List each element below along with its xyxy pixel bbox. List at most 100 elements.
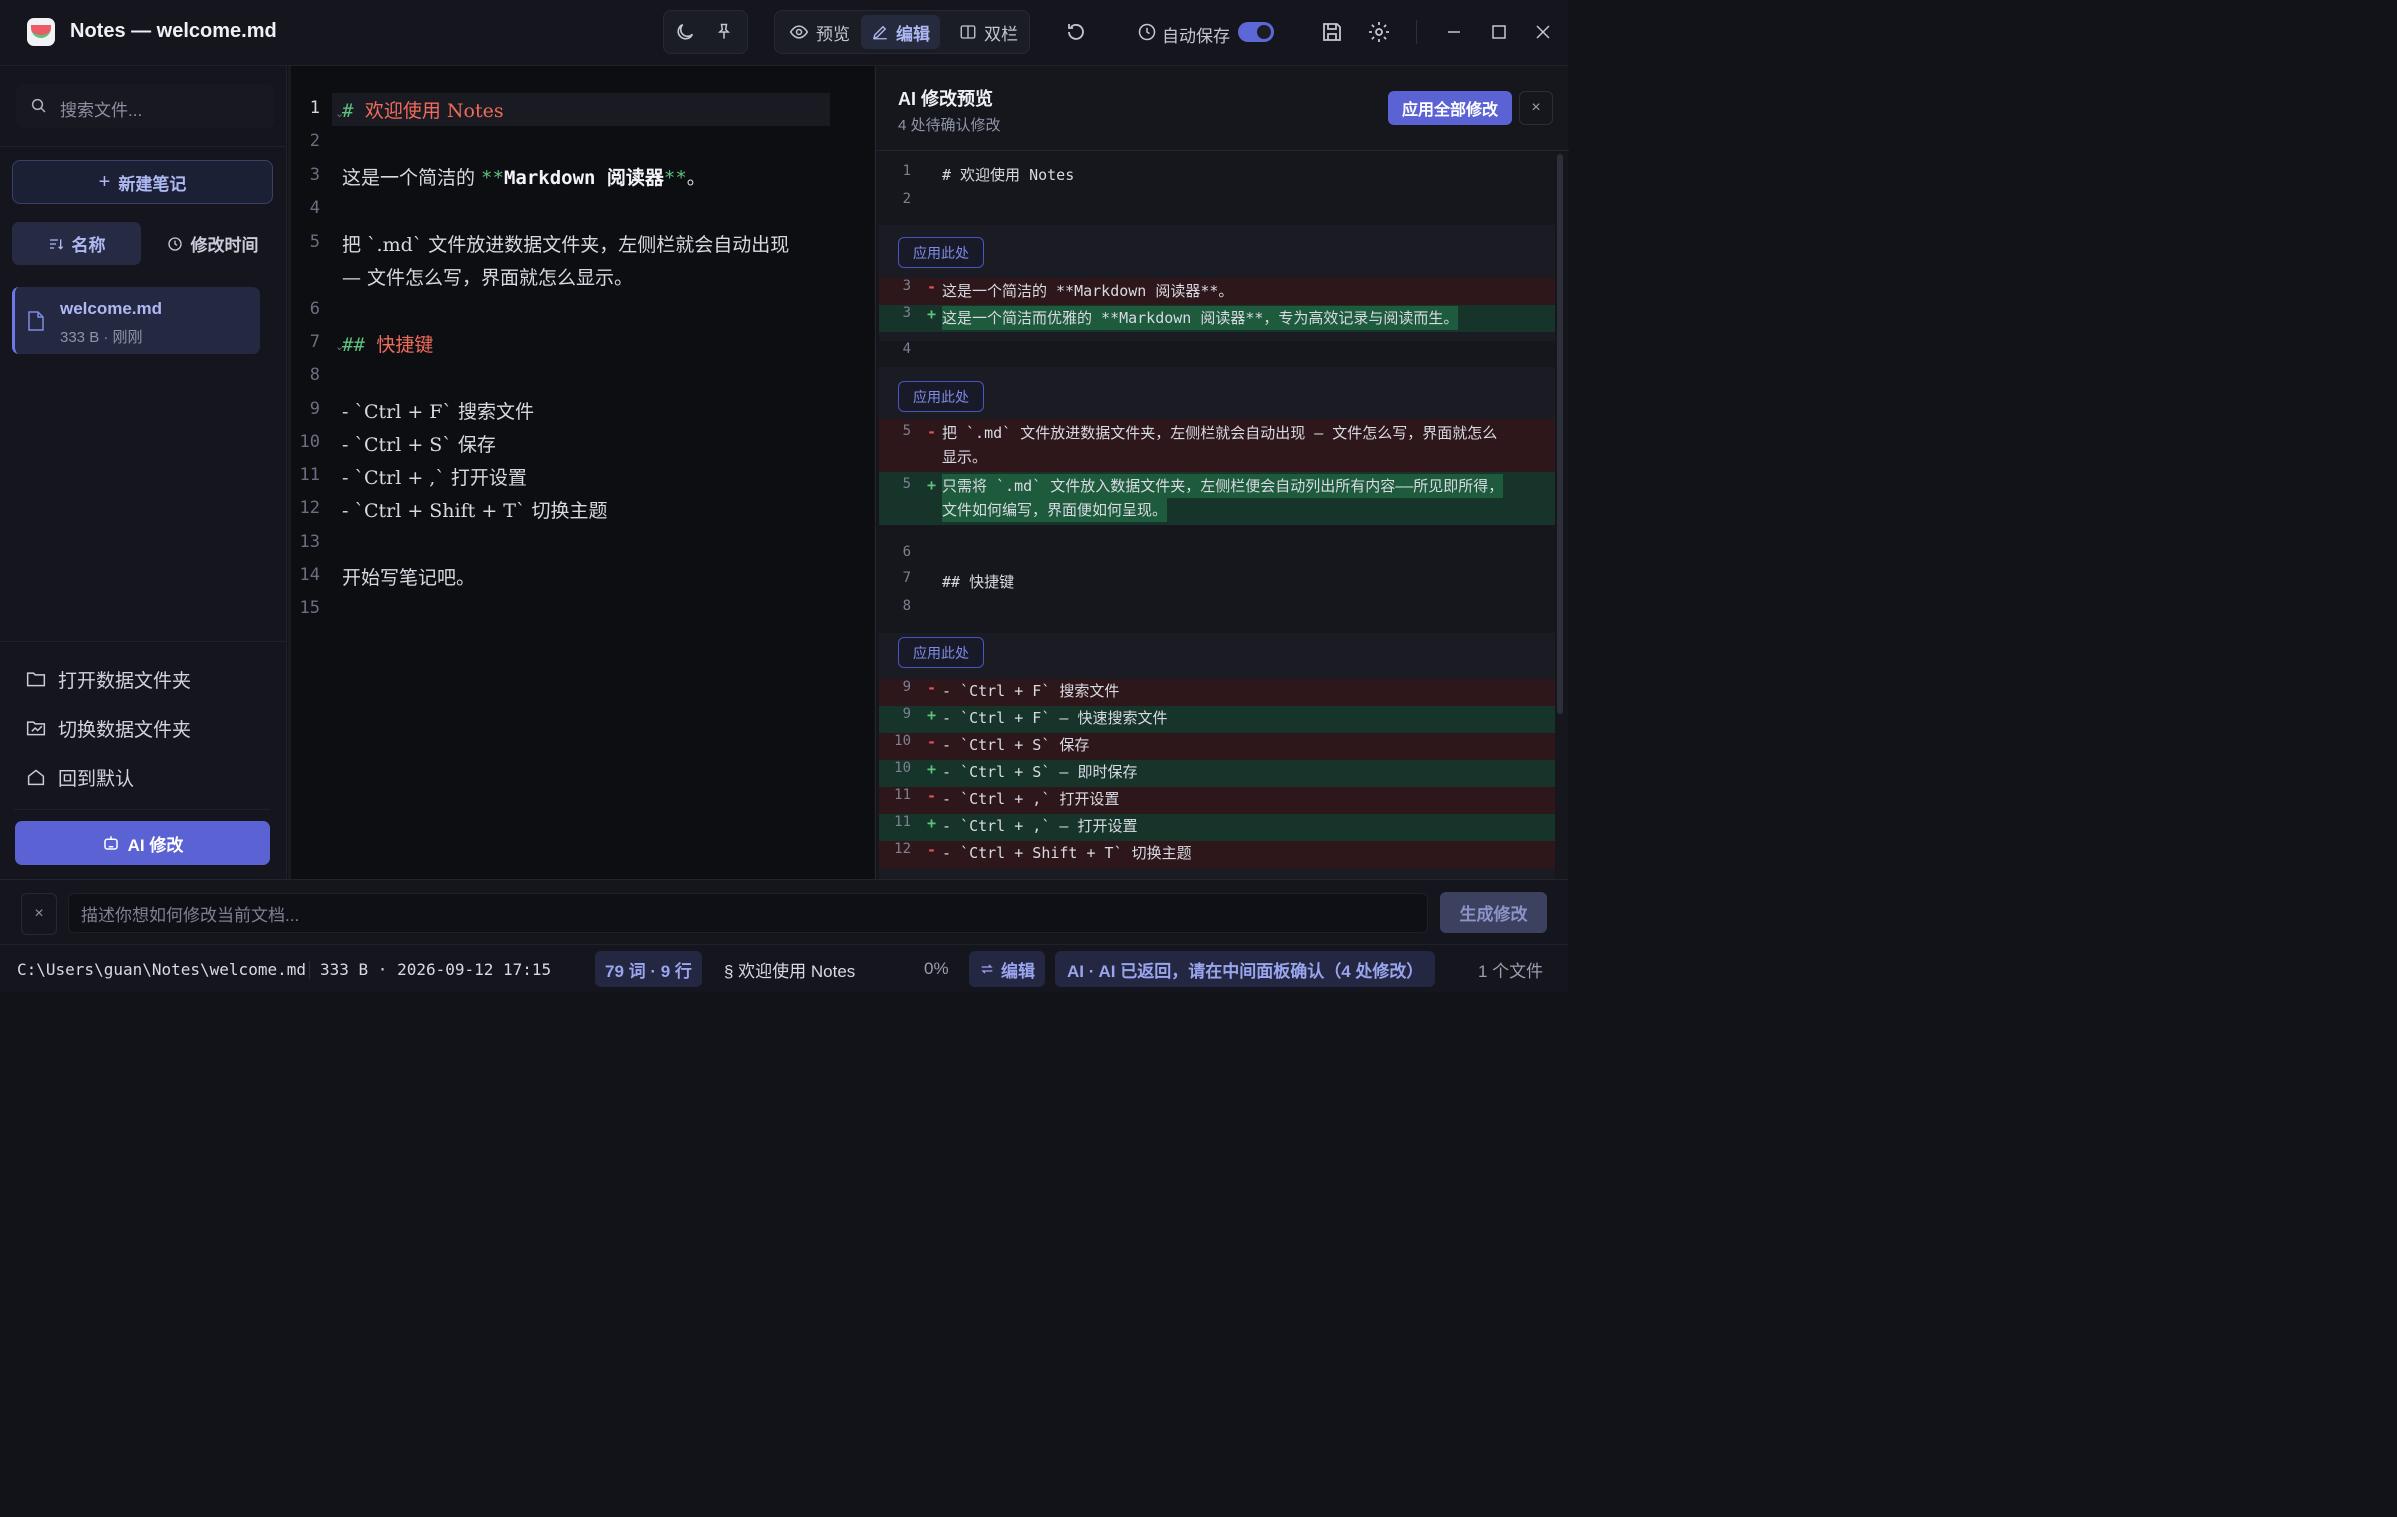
ai-prompt-bar: × 描述你想如何修改当前文档... 生成修改 <box>0 879 1568 944</box>
undo-button[interactable] <box>1064 20 1088 44</box>
window-title: Notes — welcome.md <box>70 20 277 42</box>
diff-added-row: 3 + 这是一个简洁而优雅的 **Markdown 阅读器**，专为高效记录与阅读而… <box>879 305 1555 332</box>
sort-by-time-button[interactable]: 修改时间 <box>150 222 275 265</box>
open-data-folder-label: 打开数据文件夹 <box>58 670 192 692</box>
editor-line-5: 把 `.md` 文件放进数据文件夹，左侧栏就会自动出现 <box>342 234 790 256</box>
line-number: 1 <box>309 98 320 118</box>
sort-by-name-button[interactable]: 名称 <box>12 222 141 265</box>
minimize-icon <box>1444 22 1464 42</box>
line-number: 11 <box>299 465 320 485</box>
close-window-button[interactable] <box>1533 22 1553 42</box>
file-name: welcome.md <box>60 299 163 318</box>
reset-default-label: 回到默认 <box>58 768 135 790</box>
editor-line-12: - `Ctrl + Shift + T` 切换主题 <box>342 500 608 522</box>
line-number: 3 <box>309 165 320 185</box>
close-icon <box>1533 22 1553 42</box>
theme-toggle-button[interactable] <box>674 11 704 53</box>
switch-data-folder-label: 切换数据文件夹 <box>58 719 192 741</box>
search-placeholder: 搜索文件... <box>60 101 143 120</box>
sidebar: 搜索文件... + 新建笔记 名称 修改时间 welcome.md 333 B … <box>0 66 287 879</box>
line-number: 6 <box>309 299 320 319</box>
diff-removed-row: 5 - 把 `.md` 文件放进数据文件夹，左侧栏就会自动出现 — 文件怎么写，… <box>879 419 1555 472</box>
sidebar-divider <box>0 641 287 642</box>
apply-here-button[interactable]: 应用此处 <box>898 381 984 412</box>
autosave-label: 自动保存 <box>1162 27 1230 46</box>
ai-edit-button[interactable]: AI 修改 <box>15 821 270 865</box>
sidebar-divider <box>0 146 287 147</box>
line-number: 5 <box>309 232 320 252</box>
diff-view: 1 # 欢迎使用 Notes 2 应用此处 3- 这是一个简洁的 **Markdow… <box>879 151 1555 879</box>
status-scroll-percent: 0% <box>924 959 949 978</box>
plus-icon: + <box>98 170 111 193</box>
minimize-button[interactable] <box>1444 22 1464 42</box>
ai-panel-subtitle: 4 处待确认修改 <box>898 117 1001 134</box>
ai-prompt-placeholder: 描述你想如何修改当前文档... <box>81 905 300 925</box>
status-section: § 欢迎使用 Notes <box>724 961 856 981</box>
line-number: 9 <box>309 399 320 419</box>
ai-panel-title: AI 修改预览 <box>898 89 994 109</box>
editor-line-5-wrap: — 文件怎么写，界面就怎么显示。 <box>342 267 634 289</box>
preview-mode-label: 预览 <box>816 24 850 44</box>
autosave-toggle[interactable] <box>1238 22 1274 42</box>
reset-default-link[interactable]: 回到默认 <box>26 763 134 791</box>
folder-icon <box>26 670 46 688</box>
folder-switch-icon <box>26 719 46 737</box>
settings-button[interactable] <box>1367 20 1391 44</box>
open-data-folder-link[interactable]: 打开数据文件夹 <box>26 665 191 693</box>
pin-button[interactable] <box>714 11 742 53</box>
new-note-button[interactable]: + 新建笔记 <box>12 160 273 204</box>
line-number: 7 <box>309 332 320 352</box>
pin-icon <box>714 22 734 42</box>
search-icon <box>30 97 48 115</box>
generate-changes-button[interactable]: 生成修改 <box>1440 892 1547 933</box>
line-number: 2 <box>309 131 320 151</box>
ai-edit-label: AI 修改 <box>127 835 184 855</box>
save-icon <box>1320 20 1344 44</box>
diff-context-row: 1 # 欢迎使用 Notes <box>902 163 1075 184</box>
status-bar: C:\Users\guan\Notes\welcome.md 333 B · 2… <box>0 944 1568 992</box>
editor-line-3: 这是一个简洁的 **Markdown 阅读器**。 <box>342 167 706 189</box>
split-mode-button[interactable]: 双栏 <box>959 11 1018 53</box>
status-file-count: 1 个文件 <box>1478 961 1544 981</box>
apply-here-button[interactable]: 应用此处 <box>898 237 984 268</box>
line-number: 4 <box>309 198 320 218</box>
maximize-button[interactable] <box>1489 22 1509 42</box>
diff-hunk: 应用此处 3- 这是一个简洁的 **Markdown 阅读器**。 3 + 这是一个简… <box>879 225 1555 420</box>
preview-mode-button[interactable]: 预览 <box>789 11 850 53</box>
close-prompt-button[interactable]: × <box>21 893 57 935</box>
apply-all-button[interactable]: 应用全部修改 <box>1388 91 1512 125</box>
file-list-item[interactable]: welcome.md 333 B · 刚刚 <box>12 287 260 354</box>
diff-context-row: 4 <box>879 341 1555 367</box>
eye-icon <box>789 22 809 42</box>
diff-context-row: 2 <box>902 191 911 207</box>
split-mode-label: 双栏 <box>984 24 1018 44</box>
line-number: 12 <box>299 498 320 518</box>
home-icon <box>26 768 46 786</box>
clock-icon <box>1137 22 1157 42</box>
ai-prompt-input[interactable]: 描述你想如何修改当前文档... <box>68 893 1428 933</box>
markdown-editor[interactable]: 1 2 3 4 5 6 7 8 9 10 11 12 13 14 15 ⌄ ⌄ # 欢迎使用 Notes 这… <box>288 66 874 879</box>
switch-data-folder-link[interactable]: 切换数据文件夹 <box>26 714 191 742</box>
save-button[interactable] <box>1320 20 1344 44</box>
file-icon <box>28 311 44 331</box>
editor-line-9: - `Ctrl + F` 搜索文件 <box>342 401 535 423</box>
edit-mode-button[interactable]: 编辑 <box>861 15 940 49</box>
line-number: 15 <box>299 598 320 618</box>
status-mode-badge[interactable]: 编辑 <box>969 951 1045 987</box>
undo-icon <box>1064 20 1088 44</box>
close-ai-panel-button[interactable]: × <box>1519 91 1553 125</box>
apply-here-button[interactable]: 应用此处 <box>898 637 984 668</box>
line-number: 13 <box>299 532 320 552</box>
sort-name-label: 名称 <box>71 236 106 255</box>
diff-context-row: 6 <box>902 544 911 560</box>
file-search-input[interactable]: 搜索文件... <box>16 84 274 128</box>
diff-removed-row: 10- - `Ctrl + S` 保存 <box>879 733 1555 760</box>
diff-removed-row: 12- - `Ctrl + Shift + T` 切换主题 <box>879 841 1555 868</box>
editor-line-10: - `Ctrl + S` 保存 <box>342 434 496 456</box>
moon-icon <box>674 21 696 43</box>
app-logo-icon <box>27 18 55 46</box>
ai-panel-scrollbar[interactable] <box>1557 154 1563 714</box>
editor-line-1: # 欢迎使用 Notes <box>342 100 504 122</box>
diff-hunk: 应用此处 9-- `Ctrl + F` 搜索文件 9 + - `Ctrl + F` … <box>879 633 1555 879</box>
diff-added-row: 10 + - `Ctrl + S` — 即时保存 <box>879 760 1555 787</box>
